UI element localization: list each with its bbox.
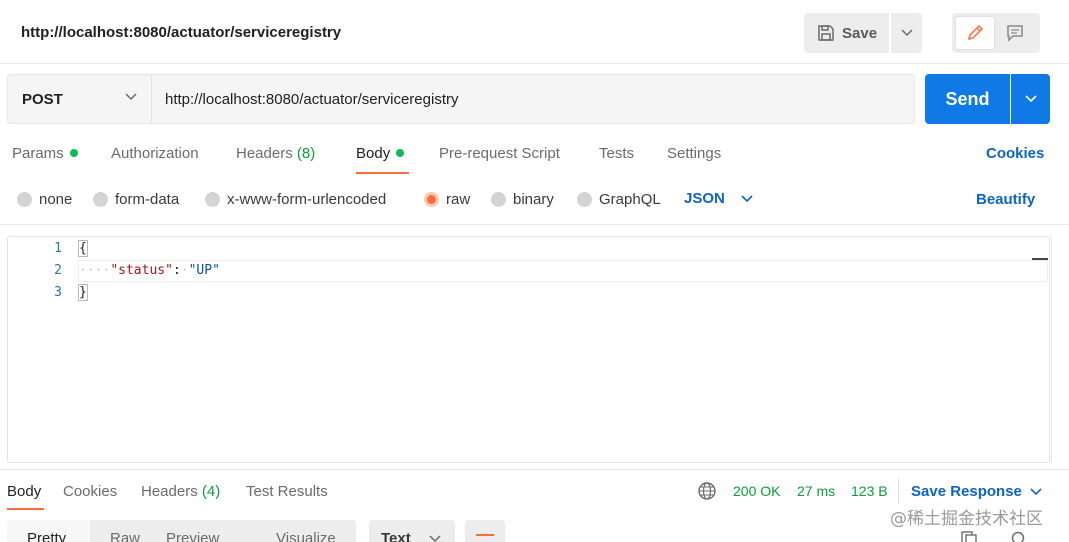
comments-button[interactable] (995, 16, 1035, 50)
view-tab-preview[interactable]: Preview (166, 530, 219, 542)
save-options-button[interactable] (891, 13, 922, 53)
tab-body[interactable]: Body (356, 145, 405, 162)
active-dot (396, 149, 405, 157)
mode-toggle (952, 13, 1040, 53)
edit-mode-button[interactable] (955, 16, 995, 50)
tab-tests[interactable]: Tests (599, 145, 634, 162)
save-group: Save (804, 13, 922, 53)
response-view-tabs: Pretty Raw Preview Visualize (7, 520, 356, 542)
response-format-select[interactable]: Text (369, 520, 455, 542)
line-gutter: 1 2 3 (8, 237, 66, 462)
radio-binary[interactable]: binary (491, 191, 554, 208)
code-editor[interactable]: 1 2 3 { ····"status":·"UP" } (7, 236, 1050, 463)
save-button[interactable]: Save (804, 13, 889, 53)
response-time[interactable]: 27 ms (797, 483, 835, 499)
watermark: @稀土掘金技术社区 (890, 509, 1043, 529)
active-tab-indicator (356, 172, 409, 174)
search-icon[interactable] (1010, 530, 1028, 542)
divider (898, 478, 899, 504)
radio-none[interactable]: none (17, 191, 72, 208)
code-line-3: } (78, 284, 88, 301)
comment-icon (1007, 25, 1023, 42)
active-dot (69, 149, 78, 157)
response-status[interactable]: 200 OK (733, 483, 780, 499)
chevron-down-icon (429, 535, 441, 542)
response-size[interactable]: 123 B (851, 483, 888, 499)
send-options-button[interactable] (1011, 74, 1050, 124)
radio-raw[interactable]: raw (424, 191, 470, 208)
tab-headers[interactable]: Headers (8) (236, 145, 315, 162)
tab-params[interactable]: Params (12, 145, 78, 162)
response-active-tab-indicator (7, 508, 44, 510)
overview-ruler-mark (1032, 258, 1048, 260)
chevron-down-icon (1024, 95, 1037, 103)
response-headers-count: (4) (201, 483, 221, 500)
cookies-link[interactable]: Cookies (986, 145, 1044, 162)
send-button[interactable]: Send (925, 74, 1010, 124)
view-tab-pretty[interactable]: Pretty (27, 530, 66, 542)
response-tab-test-results[interactable]: Test Results (246, 483, 328, 500)
chevron-down-icon (125, 93, 137, 101)
chevron-down-icon (900, 29, 913, 37)
pencil-icon (967, 24, 984, 41)
json-value: "UP" (188, 263, 220, 278)
json-key: "status" (110, 263, 173, 278)
radio-form-data[interactable]: form-data (93, 191, 179, 208)
divider (0, 224, 1069, 225)
copy-icon[interactable] (960, 530, 980, 542)
body-format-select[interactable]: JSON (684, 190, 753, 207)
wrap-icon (476, 534, 494, 536)
code-line-1: { (78, 240, 88, 257)
response-tab-body[interactable]: Body (7, 483, 41, 500)
wrap-lines-button[interactable] (465, 520, 505, 542)
editor-scrollbar[interactable] (1051, 236, 1052, 463)
save-icon (818, 25, 834, 41)
save-response-button[interactable]: Save Response (911, 483, 1042, 500)
response-tab-cookies[interactable]: Cookies (63, 483, 117, 500)
tab-settings[interactable]: Settings (667, 145, 721, 162)
request-title[interactable]: http://localhost:8080/actuator/servicere… (21, 24, 341, 41)
chevron-down-icon (741, 194, 753, 202)
radio-urlencoded[interactable]: x-www-form-urlencoded (205, 191, 386, 208)
code-line-2: ····"status":·"UP" (79, 263, 220, 278)
body-type-radios: none form-data x-www-form-urlencoded raw… (0, 186, 1069, 214)
response-tab-headers[interactable]: Headers (4) (141, 483, 220, 500)
method-value: POST (22, 90, 63, 108)
headers-count: (8) (296, 145, 316, 162)
beautify-button[interactable]: Beautify (976, 191, 1035, 208)
globe-icon[interactable] (697, 481, 717, 501)
line-number: 1 (54, 241, 62, 256)
url-input[interactable]: http://localhost:8080/actuator/servicere… (152, 74, 915, 124)
request-tabs: Params Authorization Headers (8) Body Pr… (0, 140, 1069, 174)
tab-prerequest-script[interactable]: Pre-request Script (439, 145, 560, 162)
view-tab-visualize[interactable]: Visualize (276, 530, 336, 542)
current-line-highlight (78, 260, 1048, 282)
save-label: Save (842, 24, 878, 42)
view-tab-raw[interactable]: Raw (110, 530, 140, 542)
response-divider[interactable] (0, 469, 1069, 470)
line-number: 3 (54, 285, 62, 300)
line-number: 2 (54, 263, 62, 278)
method-select[interactable]: POST (7, 74, 152, 124)
radio-graphql[interactable]: GraphQL (577, 191, 661, 208)
chevron-down-icon (1030, 487, 1042, 495)
tab-authorization[interactable]: Authorization (111, 145, 199, 162)
